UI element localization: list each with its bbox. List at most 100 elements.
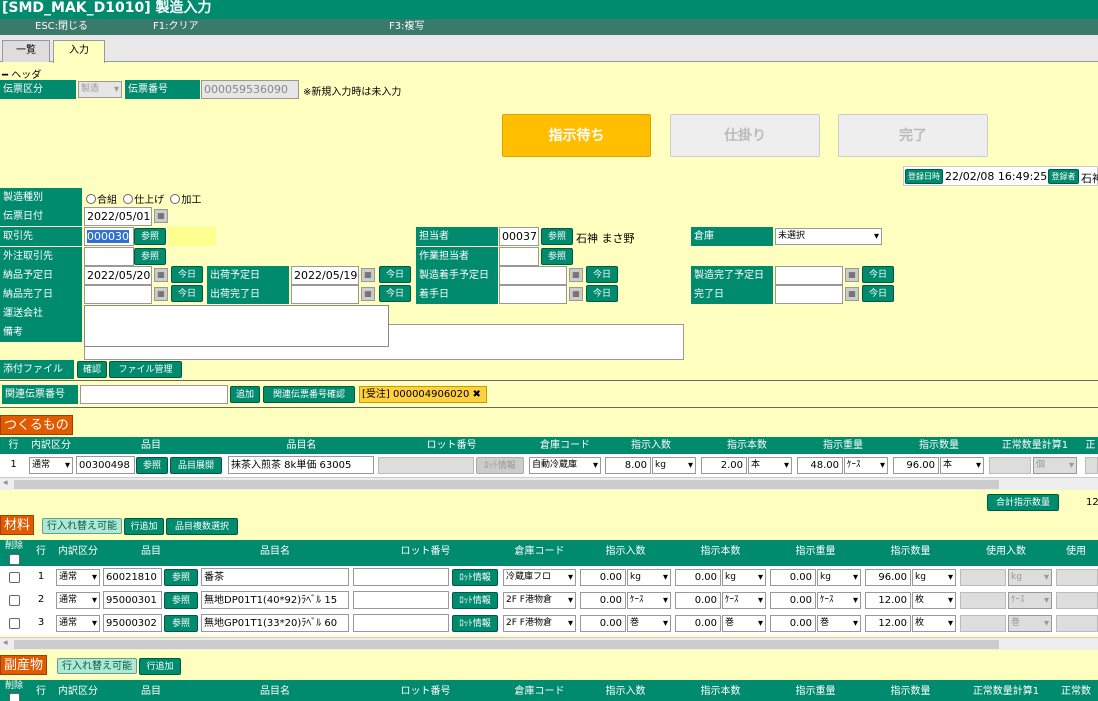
item-name-field[interactable]: 抹茶入煎茶 8k単価 63005 <box>228 456 374 474</box>
in-unit-select[interactable]: ｹｰｽ <box>627 592 671 609</box>
count-field[interactable]: 0.00 <box>675 592 721 609</box>
scroll-left-icon[interactable]: ◂ <box>3 638 8 648</box>
qty-unit-select[interactable]: kg <box>912 569 956 586</box>
calendar-icon[interactable]: ▦ <box>569 287 583 301</box>
tab-list[interactable]: 一覧 <box>2 40 50 62</box>
deliv-plan-field[interactable]: 2022/05/20 <box>84 266 152 285</box>
in-unit-select[interactable]: kg <box>652 457 696 474</box>
select-all-checkbox[interactable] <box>9 554 20 565</box>
weight-field[interactable]: 0.00 <box>770 592 816 609</box>
finish-today-button[interactable]: 今日 <box>862 285 894 302</box>
in-qty-field[interactable]: 0.00 <box>580 569 626 586</box>
f3-copy-key[interactable]: F3:複写 <box>389 19 424 35</box>
qty-unit-select[interactable]: 枚 <box>912 615 956 632</box>
item-name-field[interactable]: 番茶 <box>201 568 349 586</box>
qty-field[interactable]: 96.00 <box>893 457 939 474</box>
count-unit-select[interactable]: 巻 <box>722 615 766 632</box>
qty-field[interactable]: 12.00 <box>865 615 911 632</box>
calc-unit-select[interactable]: 個 <box>1033 457 1077 474</box>
use-unit-select[interactable]: 巻 <box>1008 615 1052 632</box>
deliv-done-field[interactable] <box>84 285 152 304</box>
item-ref-button[interactable]: 参照 <box>164 592 198 609</box>
count-field[interactable]: 2.00 <box>701 457 747 474</box>
weight-field[interactable]: 0.00 <box>770 615 816 632</box>
related-add-button[interactable]: 追加 <box>230 386 260 403</box>
ship-plan-field[interactable]: 2022/05/19 <box>291 266 359 285</box>
lot-info-button[interactable]: ﾛｯﾄ情報 <box>452 569 498 586</box>
work-staff-field[interactable] <box>499 247 539 266</box>
scroll-thumb[interactable] <box>14 480 999 489</box>
carrier-dropdown[interactable] <box>84 305 389 347</box>
use-unit-select[interactable]: kg <box>1008 569 1052 586</box>
kubun-select[interactable]: 通常 <box>56 569 100 586</box>
item-ref-button[interactable]: 参照 <box>164 615 198 632</box>
work-staff-ref-button[interactable]: 参照 <box>541 248 573 265</box>
select-all-checkbox[interactable] <box>9 693 20 701</box>
ship-done-today-button[interactable]: 今日 <box>379 285 411 302</box>
slip-date-field[interactable]: 2022/05/01 <box>84 207 152 226</box>
kubun-select[interactable]: 通常 <box>29 457 73 474</box>
material-add-row-button[interactable]: 行追加 <box>124 518 164 535</box>
byproduct-add-row-button[interactable]: 行追加 <box>139 658 181 675</box>
ship-done-field[interactable] <box>291 285 359 304</box>
kubun-select[interactable]: 通常 <box>56 592 100 609</box>
status-wip-button[interactable]: 仕掛り <box>670 114 820 157</box>
status-done-button[interactable]: 完了 <box>838 114 988 157</box>
finish-field[interactable] <box>775 285 843 304</box>
total-qty-button[interactable]: 合計指示数量 <box>987 494 1059 511</box>
count-unit-select[interactable]: 本 <box>748 457 792 474</box>
warehouse-code-select[interactable]: 自動冷蔵庫 <box>529 457 601 474</box>
finish-plan-field[interactable] <box>775 266 843 285</box>
client-ref-button[interactable]: 参照 <box>134 228 166 245</box>
lot-info-button[interactable]: ﾛｯﾄ情報 <box>452 615 498 632</box>
attach-confirm-button[interactable]: 確認 <box>77 361 107 378</box>
subcon-ref-button[interactable]: 参照 <box>134 248 166 265</box>
lot-field[interactable] <box>353 568 449 586</box>
qty-unit-select[interactable]: 本 <box>940 457 984 474</box>
item-name-field[interactable]: 無地DP01T1(40*92)ﾗﾍﾞﾙ 15 <box>201 591 349 609</box>
count-unit-select[interactable]: ｹｰｽ <box>722 592 766 609</box>
scroll-left-icon[interactable]: ◂ <box>3 478 8 488</box>
f1-clear-key[interactable]: F1:クリア <box>153 19 198 35</box>
tab-input[interactable]: 入力 <box>53 40 105 63</box>
item-code-field[interactable]: 00300498 <box>76 456 135 474</box>
in-qty-field[interactable]: 8.00 <box>605 457 651 474</box>
slip-no-field[interactable]: 000059536090 <box>201 80 299 99</box>
client-field[interactable]: 000030 <box>84 227 134 246</box>
row-delete-checkbox[interactable] <box>9 572 20 583</box>
header-toggle[interactable]: ━ ヘッダ <box>2 66 41 81</box>
material-scrollbar[interactable]: ◂ <box>0 637 1098 650</box>
material-multi-select-button[interactable]: 品目複数選択 <box>166 518 238 535</box>
in-unit-select[interactable]: kg <box>627 569 671 586</box>
calendar-icon[interactable]: ▦ <box>845 287 859 301</box>
subcon-field[interactable] <box>84 247 134 266</box>
make-scrollbar[interactable]: ◂ <box>0 477 1098 490</box>
qty-field[interactable]: 12.00 <box>865 592 911 609</box>
radio-icon[interactable] <box>86 194 96 204</box>
item-ref-button[interactable]: 参照 <box>164 569 198 586</box>
warehouse-code-select[interactable]: 冷蔵庫フロ <box>503 569 576 586</box>
staff-ref-button[interactable]: 参照 <box>541 228 573 245</box>
item-name-field[interactable]: 無地GP01T1(33*20)ﾗﾍﾞﾙ 60 <box>201 614 349 632</box>
lot-info-button[interactable]: ﾛｯﾄ情報 <box>476 457 524 474</box>
radio-icon[interactable] <box>170 194 181 204</box>
byproduct-swap-button[interactable]: 行入れ替え可能 <box>57 658 137 674</box>
related-check-button[interactable]: 関連伝票番号確認 <box>263 386 355 403</box>
calendar-icon[interactable]: ▦ <box>569 268 583 282</box>
warehouse-select[interactable]: 未選択 <box>775 228 882 245</box>
weight-unit-select[interactable]: 巻 <box>817 615 861 632</box>
weight-unit-select[interactable]: ｹｰｽ <box>844 457 888 474</box>
close-icon[interactable]: ✖ <box>473 389 481 400</box>
related-tag[interactable]: [受注] 000004906020 ✖ <box>359 386 487 403</box>
lot-info-button[interactable]: ﾛｯﾄ情報 <box>452 592 498 609</box>
calendar-icon[interactable]: ▦ <box>154 209 168 223</box>
item-expand-button[interactable]: 品目展開 <box>170 457 222 474</box>
type-radio-group[interactable]: 合組 仕上げ 加工 <box>86 191 201 206</box>
material-swap-button[interactable]: 行入れ替え可能 <box>42 518 122 534</box>
count-unit-select[interactable]: kg <box>722 569 766 586</box>
warehouse-code-select[interactable]: 2F F港物倉 <box>503 592 576 609</box>
row-delete-checkbox[interactable] <box>9 595 20 606</box>
in-qty-field[interactable]: 0.00 <box>580 592 626 609</box>
status-waiting-button[interactable]: 指示待ち <box>502 114 651 157</box>
staff-code-field[interactable]: 00037 <box>499 227 539 246</box>
